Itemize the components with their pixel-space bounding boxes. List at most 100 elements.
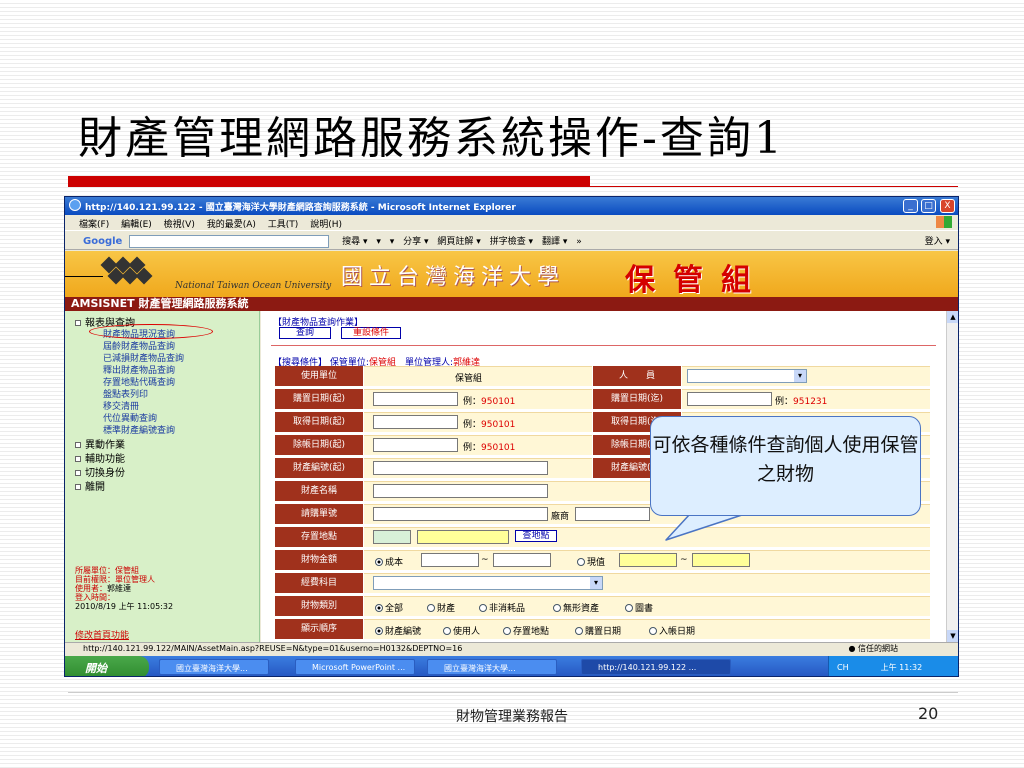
place-code-input[interactable] bbox=[373, 530, 411, 544]
query-button[interactable]: 查詢 bbox=[279, 327, 331, 339]
range-tilde: ~ bbox=[680, 555, 688, 565]
info-line: 目前權限：單位管理人 bbox=[75, 575, 155, 584]
sidebar-item-exit[interactable]: 離開 bbox=[75, 478, 105, 493]
kind-book-radio[interactable]: 圖書 bbox=[625, 601, 653, 614]
info-line: 登入時間： bbox=[75, 593, 115, 602]
order-asset-no-radio[interactable]: 財產編號 bbox=[375, 624, 421, 637]
start-button[interactable]: 開始 bbox=[65, 656, 149, 676]
input-method[interactable]: CH bbox=[837, 663, 849, 672]
sidebar: 報表與查詢 財產物品現況查詢 屆齡財產物品查詢 已減損財產物品查詢 釋出財產物品… bbox=[65, 311, 260, 642]
order-place-radio[interactable]: 存置地點 bbox=[503, 624, 549, 637]
amount-current-radio[interactable]: 現值 bbox=[577, 555, 605, 568]
site-banner: National Taiwan Ocean University 國立台灣海洋大… bbox=[65, 251, 958, 298]
person-select[interactable] bbox=[687, 369, 807, 383]
browser-title-text: http://140.121.99.122 - 國立臺灣海洋大學財產網路查詢服務… bbox=[85, 203, 516, 213]
menu-tools[interactable]: 工具(T) bbox=[268, 220, 299, 230]
order-user-radio[interactable]: 使用人 bbox=[443, 624, 480, 637]
menu-favorites[interactable]: 我的最愛(A) bbox=[207, 220, 256, 230]
cost-min-input[interactable] bbox=[421, 553, 479, 567]
browser-titlebar[interactable]: http://140.121.99.122 - 國立臺灣海洋大學財產網路查詢服務… bbox=[65, 197, 958, 215]
menu-file[interactable]: 檔案(F) bbox=[79, 220, 109, 230]
scroll-up-icon[interactable]: ▲ bbox=[947, 311, 958, 323]
radio-icon bbox=[443, 627, 451, 635]
taskbar-item[interactable]: 國立臺灣海洋大學... bbox=[427, 659, 557, 675]
menu-edit[interactable]: 編輯(E) bbox=[121, 220, 152, 230]
current-max-input[interactable] bbox=[692, 553, 750, 567]
menu-bar: 檔案(F) 編輯(E) 檢視(V) 我的最愛(A) 工具(T) 說明(H) bbox=[65, 215, 958, 230]
highlight-oval bbox=[89, 324, 213, 339]
divider bbox=[271, 345, 936, 346]
maximize-button[interactable]: □ bbox=[921, 199, 936, 213]
page-number: 20 bbox=[918, 704, 939, 723]
sidebar-item-switch-identity[interactable]: 切換身份 bbox=[75, 464, 125, 479]
google-share-button[interactable]: 分享 ▾ bbox=[403, 237, 428, 247]
taskbar-item-active[interactable]: http://140.121.99.122 ... bbox=[581, 659, 731, 675]
menu-help[interactable]: 說明(H) bbox=[310, 220, 342, 230]
field-label: 除帳日期(起) bbox=[275, 435, 363, 455]
google-login-button[interactable]: 登入 ▾ bbox=[925, 234, 950, 247]
university-name-en: National Taiwan Ocean University bbox=[175, 281, 332, 291]
order-entry-date-radio[interactable]: 入帳日期 bbox=[649, 624, 695, 637]
taskbar: 開始 國立臺灣海洋大學... Microsoft PowerPoint ... … bbox=[65, 656, 958, 676]
expand-box-icon bbox=[75, 470, 81, 476]
kind-all-radio[interactable]: 全部 bbox=[375, 601, 403, 614]
field-label: 購置日期(迄) bbox=[593, 389, 681, 409]
sidebar-item-standard-numbers[interactable]: 標準財產編號查詢 bbox=[103, 423, 175, 436]
expand-box-icon bbox=[75, 456, 81, 462]
google-search-input[interactable] bbox=[129, 235, 330, 248]
title-underline-rule bbox=[68, 186, 958, 187]
google-more-button[interactable]: » bbox=[576, 237, 582, 247]
radio-icon bbox=[503, 627, 511, 635]
place-name-input[interactable] bbox=[417, 530, 509, 544]
vendor-label: 廠商 bbox=[551, 512, 570, 522]
windows-logo-icon bbox=[936, 216, 952, 228]
google-annotate-button[interactable]: 網頁註解 ▾ bbox=[437, 237, 480, 247]
menu-view[interactable]: 檢視(V) bbox=[164, 220, 195, 230]
taskbar-item[interactable]: Microsoft PowerPoint ... bbox=[295, 659, 415, 675]
radio-icon bbox=[427, 604, 435, 612]
minimize-button[interactable]: _ bbox=[903, 199, 918, 213]
google-tool-2[interactable]: ▾ bbox=[390, 237, 395, 247]
form-row: 存置地點 查地點 bbox=[275, 526, 930, 548]
requisition-no-input[interactable] bbox=[373, 507, 548, 521]
kind-intangible-radio[interactable]: 無形資產 bbox=[553, 601, 599, 614]
field-label: 使用單位 bbox=[275, 366, 363, 386]
find-place-button[interactable]: 查地點 bbox=[515, 530, 557, 542]
cost-max-input[interactable] bbox=[493, 553, 551, 567]
amount-cost-radio[interactable]: 成本 bbox=[375, 555, 403, 568]
radio-icon bbox=[577, 558, 585, 566]
kind-asset-radio[interactable]: 財產 bbox=[427, 601, 455, 614]
current-min-input[interactable] bbox=[619, 553, 677, 567]
google-translate-button[interactable]: 翻譯 ▾ bbox=[542, 237, 567, 247]
sidebar-item-tools[interactable]: 輔助功能 bbox=[75, 450, 125, 465]
fund-select[interactable] bbox=[373, 576, 603, 590]
buy-date-start-input[interactable] bbox=[373, 392, 458, 406]
asset-name-input[interactable] bbox=[373, 484, 548, 498]
field-label: 經費科目 bbox=[275, 573, 363, 593]
reset-button[interactable]: 重設條件 bbox=[341, 327, 401, 339]
vertical-scrollbar[interactable]: ▲ ▼ bbox=[946, 311, 958, 642]
order-buy-date-radio[interactable]: 購置日期 bbox=[575, 624, 621, 637]
kind-nonconsumable-radio[interactable]: 非消耗品 bbox=[479, 601, 525, 614]
clock: 上午 11:32 bbox=[880, 663, 923, 672]
google-tool-1[interactable]: ▾ bbox=[376, 237, 381, 247]
field-label: 財物類別 bbox=[275, 596, 363, 616]
vendor-input[interactable] bbox=[575, 507, 650, 521]
google-spellcheck-button[interactable]: 拼字檢查 ▾ bbox=[490, 237, 533, 247]
scroll-down-icon[interactable]: ▼ bbox=[947, 630, 958, 642]
change-homepage-link[interactable]: 修改首頁功能 bbox=[75, 628, 129, 641]
google-search-button[interactable]: 搜尋 ▾ bbox=[342, 237, 367, 247]
unit-name: 保管組 bbox=[625, 263, 769, 298]
radio-icon bbox=[553, 604, 561, 612]
get-date-start-input[interactable] bbox=[373, 415, 458, 429]
university-name-zh: 國立台灣海洋大學 bbox=[341, 265, 566, 290]
buy-date-end-input[interactable] bbox=[687, 392, 772, 406]
field-label: 購置日期(起) bbox=[275, 389, 363, 409]
field-label: 人 員 bbox=[593, 366, 681, 386]
asset-no-start-input[interactable] bbox=[373, 461, 548, 475]
delete-date-start-input[interactable] bbox=[373, 438, 458, 452]
field-label: 顯示順序 bbox=[275, 619, 363, 639]
close-button[interactable]: X bbox=[940, 199, 955, 213]
sidebar-item-changes[interactable]: 異動作業 bbox=[75, 436, 125, 451]
taskbar-item[interactable]: 國立臺灣海洋大學... bbox=[159, 659, 269, 675]
